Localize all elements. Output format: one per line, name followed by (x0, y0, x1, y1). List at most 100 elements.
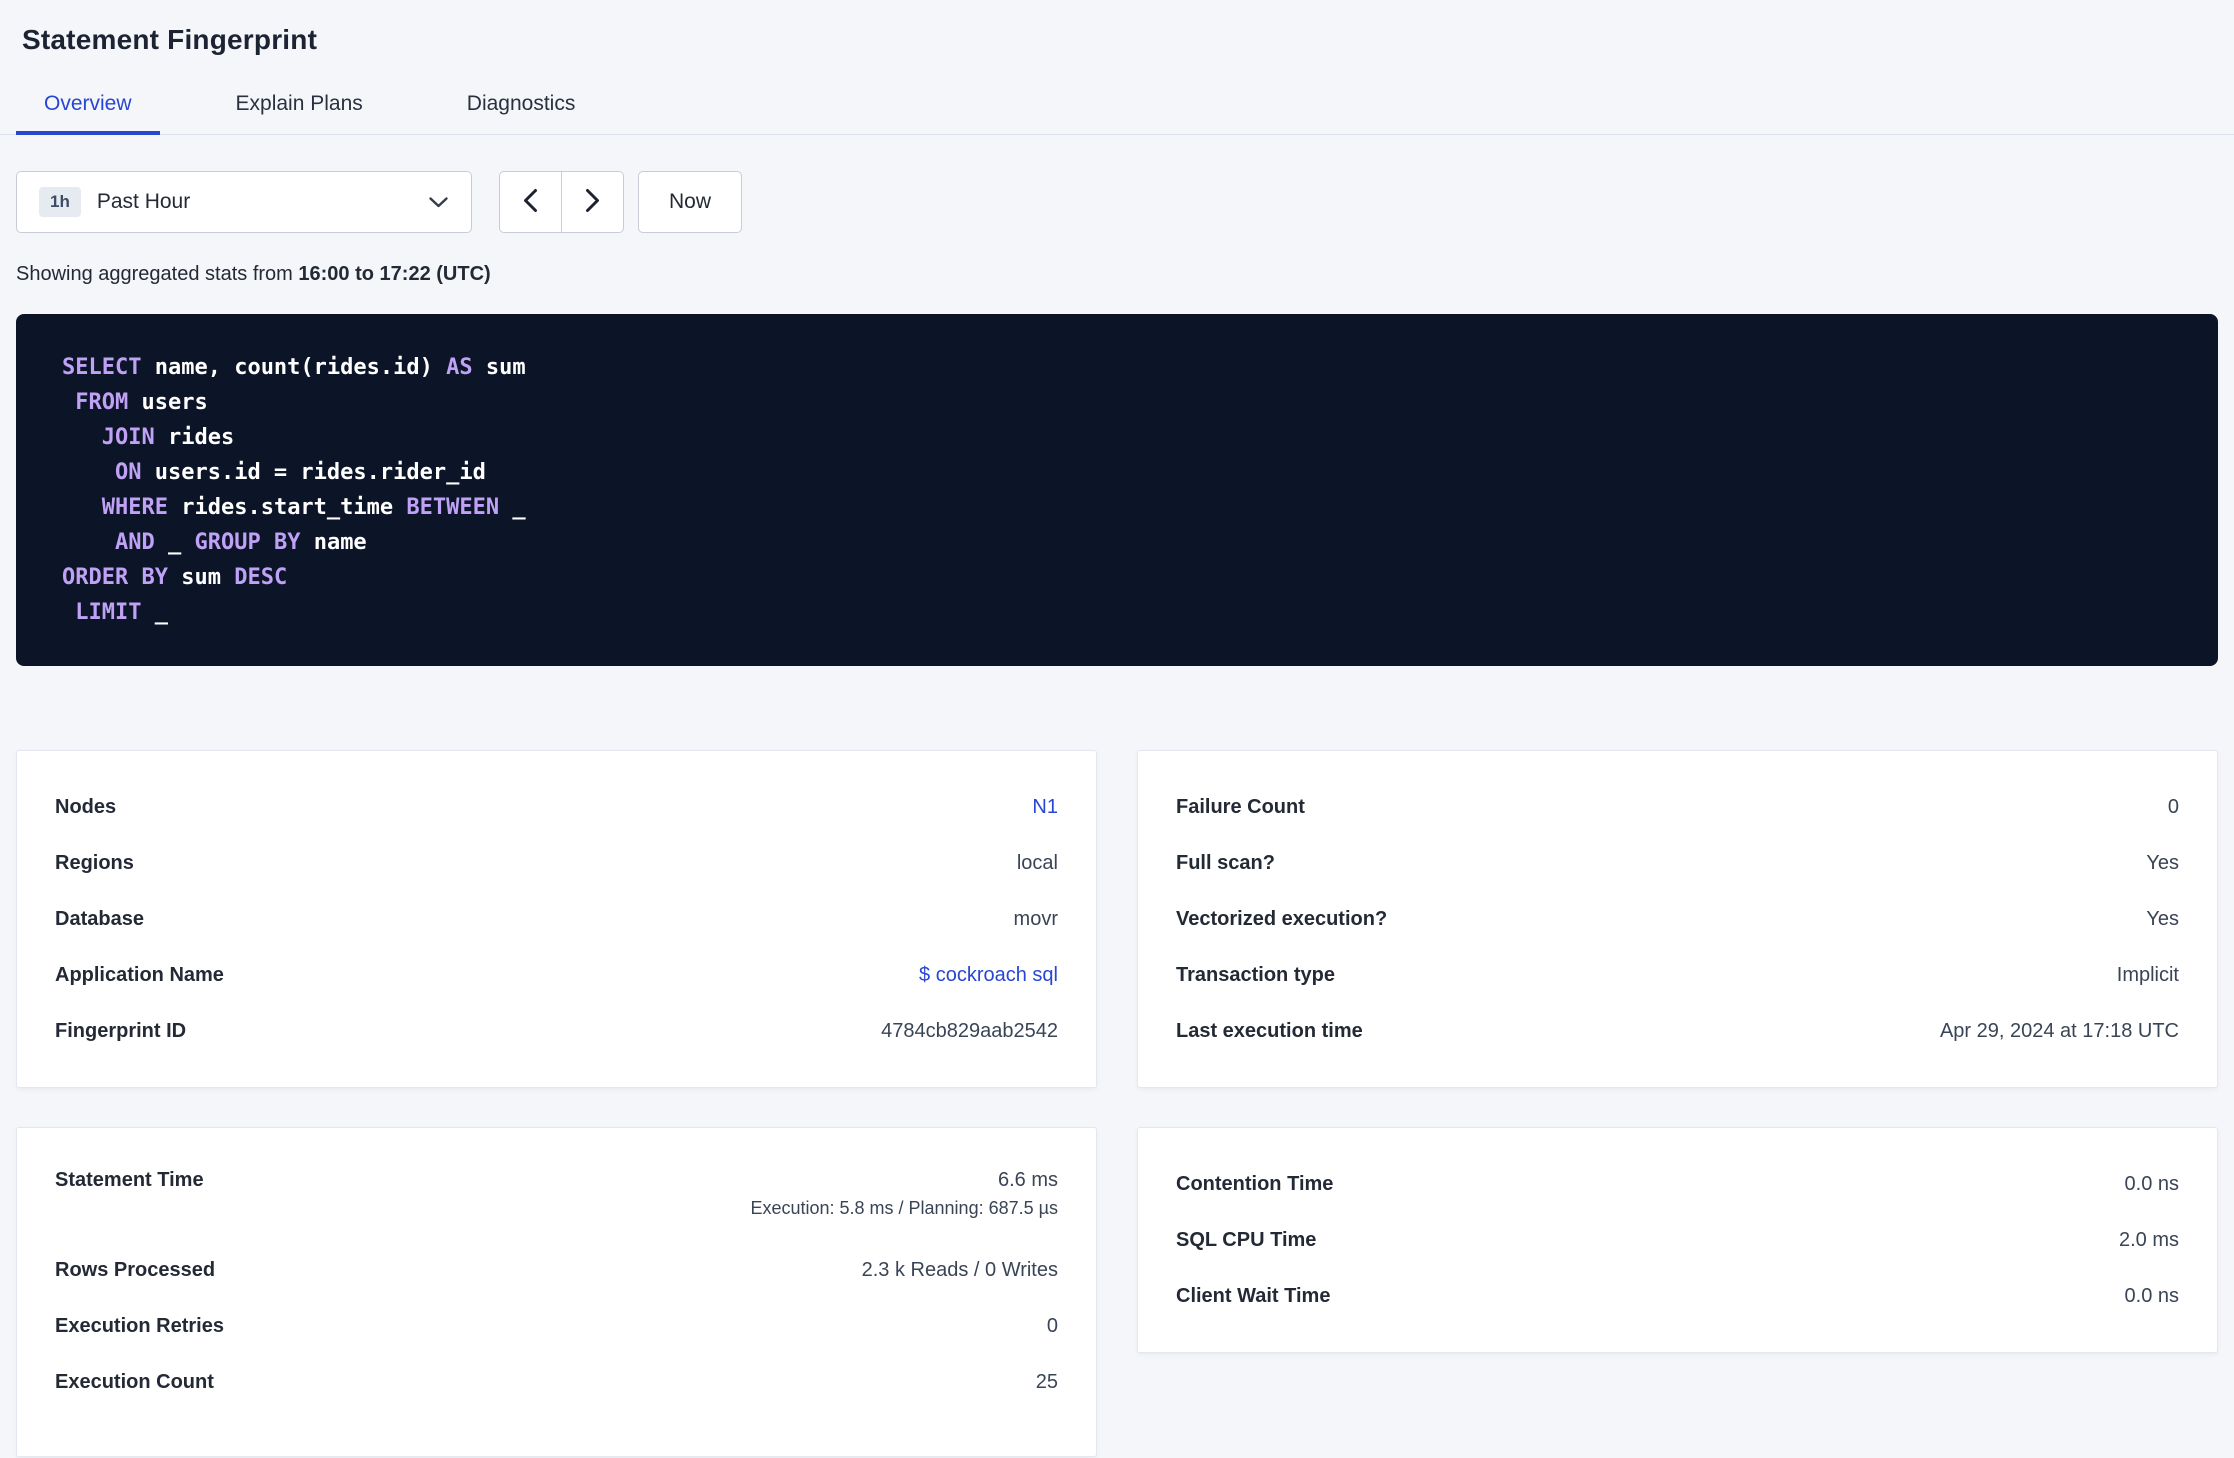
card-row: Client Wait Time 0.0 ns (1176, 1268, 2179, 1324)
row-value-wrap: N1 (1032, 796, 1058, 819)
sql-line: JOIN rides (62, 420, 2172, 455)
row-value: Apr 29, 2024 at 17:18 UTC (1939, 1019, 2179, 1042)
row-value-wrap: 2.0 ms (2119, 1229, 2179, 1252)
aggregated-stats-summary: Showing aggregated stats from 16:00 to 1… (16, 263, 2218, 286)
sql-keyword: ON (114, 460, 142, 485)
sql-keyword: BETWEEN (406, 495, 500, 520)
card-row: Failure Count 0 (1176, 779, 2179, 835)
sql-keyword: GROUP BY (194, 530, 301, 555)
sql-text: name (300, 530, 367, 555)
row-label: Last execution time (1176, 1019, 1363, 1042)
tab-diagnostics[interactable]: Diagnostics (439, 76, 604, 134)
time-controls: 1h Past Hour Now (16, 171, 2218, 233)
row-value-wrap: Apr 29, 2024 at 17:18 UTC (1940, 1020, 2179, 1043)
chevron-right-icon (585, 188, 600, 216)
row-label: Execution Count (55, 1370, 214, 1393)
time-step-buttons (499, 171, 624, 233)
time-range-dropdown[interactable]: 1h Past Hour (16, 171, 472, 233)
row-label: Failure Count (1176, 795, 1305, 818)
sql-keyword: DESC (234, 565, 288, 590)
sql-text: users.id = rides.rider_id (141, 460, 486, 485)
statement-timing-card: Statement Time 6.6 ms Execution: 5.8 ms / … (16, 1127, 1097, 1457)
row-value-wrap: 0 (2168, 796, 2179, 819)
time-range-label: Past Hour (96, 190, 191, 213)
next-time-interval-button[interactable] (561, 171, 624, 233)
sql-keyword: WHERE (101, 495, 168, 520)
execution-attributes-card: Failure Count 0 Full scan? Yes Vectorized ex… (1137, 750, 2218, 1088)
row-value-wrap: 0.0 ns (2125, 1173, 2179, 1196)
row-value: 6.6 ms (997, 1169, 1058, 1191)
sql-line: ORDER BY sum DESC (62, 560, 2172, 595)
sql-text: users (128, 390, 208, 415)
row-label: Nodes (55, 795, 117, 818)
card-row: Execution Retries 0 (55, 1298, 1058, 1354)
card-row: Transaction type Implicit (1176, 947, 2179, 1003)
sql-keyword: SELECT (62, 355, 142, 380)
sql-keyword: ORDER BY (62, 565, 168, 590)
tab-explain-plans[interactable]: Explain Plans (208, 76, 391, 134)
card-row: Contention Time 0.0 ns (1176, 1156, 2179, 1212)
row-label: Execution Retries (55, 1314, 224, 1337)
time-interval-badge: 1h (39, 187, 81, 217)
row-value-wrap: $ cockroach sql (919, 964, 1058, 987)
sql-line: ON users.id = rides.rider_id (62, 455, 2172, 490)
now-button[interactable]: Now (638, 171, 743, 233)
prev-time-interval-button[interactable] (499, 171, 562, 233)
sql-statement: SELECT name, count(rides.id) AS sum FROM… (62, 350, 2172, 630)
row-value: 4784cb829aab2542 (881, 1019, 1058, 1042)
card-row: Fingerprint ID 4784cb829aab2542 (55, 1003, 1058, 1059)
sql-keyword: AS (446, 355, 473, 380)
row-value-wrap: Yes (2146, 908, 2179, 931)
row-value-wrap: 0 (1047, 1315, 1058, 1338)
row-label: Database (55, 907, 144, 930)
statement-fingerprint-page: Statement Fingerprint Overview Explain P… (0, 0, 2234, 1457)
details-cards-row: Nodes N1 Regions local Database movr Applicati… (16, 750, 2218, 1088)
row-value: Implicit (2116, 963, 2179, 986)
sql-line: WHERE rides.start_time BETWEEN _ (62, 490, 2172, 525)
card-row: Nodes N1 (55, 779, 1058, 835)
sql-text: _ (499, 495, 526, 520)
row-label: Application Name (55, 963, 224, 986)
row-label: Fingerprint ID (55, 1019, 187, 1042)
tab-overview[interactable]: Overview (16, 76, 160, 135)
chevron-down-icon (428, 196, 449, 209)
row-value: Yes (2146, 907, 2179, 930)
stats-summary-prefix: Showing aggregated stats from (16, 263, 299, 285)
row-subvalue: Execution: 5.8 ms / Planning: 687.5 µs (750, 1198, 1058, 1218)
timing-cards-row: Statement Time 6.6 ms Execution: 5.8 ms / … (16, 1127, 2218, 1457)
sql-text: sum (472, 355, 526, 380)
sql-keyword: FROM (75, 390, 129, 415)
card-row: Last execution time Apr 29, 2024 at 17:18… (1176, 1003, 2179, 1059)
statement-details-card: Nodes N1 Regions local Database movr Applicati… (16, 750, 1097, 1088)
sql-text: name, count(rides.id) (141, 355, 447, 380)
row-value-wrap: Implicit (2117, 964, 2179, 987)
row-value: movr (1013, 907, 1058, 930)
card-row: Statement Time 6.6 ms Execution: 5.8 ms / … (55, 1156, 1058, 1242)
row-label: Rows Processed (55, 1258, 216, 1281)
row-value: 25 (1035, 1370, 1058, 1393)
sql-text: _ (141, 600, 168, 625)
card-row: Execution Count 25 (55, 1354, 1058, 1410)
row-value-link[interactable]: N1 (1032, 796, 1058, 819)
row-value-wrap: Yes (2146, 852, 2179, 875)
sql-text: _ (154, 530, 195, 555)
sql-text: sum (167, 565, 235, 590)
row-value: Yes (2146, 851, 2179, 874)
row-value: 2.3 k Reads / 0 Writes (861, 1258, 1058, 1281)
statement-details-rows: Nodes N1 Regions local Database movr Applicati… (55, 779, 1058, 1059)
row-label: SQL CPU Time (1176, 1228, 1317, 1251)
row-label: Full scan? (1176, 851, 1275, 874)
tab-bar: Overview Explain Plans Diagnostics (0, 76, 2234, 135)
row-value: 0.0 ns (2124, 1172, 2179, 1195)
row-value-link[interactable]: $ cockroach sql (919, 964, 1058, 987)
row-value-wrap: movr (1014, 908, 1058, 931)
wait-time-card: Contention Time 0.0 ns SQL CPU Time 2.0 ms C… (1137, 1127, 2218, 1353)
row-value-wrap: local (1017, 852, 1058, 875)
row-label: Regions (55, 851, 134, 874)
sql-keyword: JOIN (101, 425, 155, 450)
row-value-wrap: 6.6 ms Execution: 5.8 ms / Planning: 687.… (750, 1169, 1058, 1219)
row-value: 0 (2167, 795, 2179, 818)
